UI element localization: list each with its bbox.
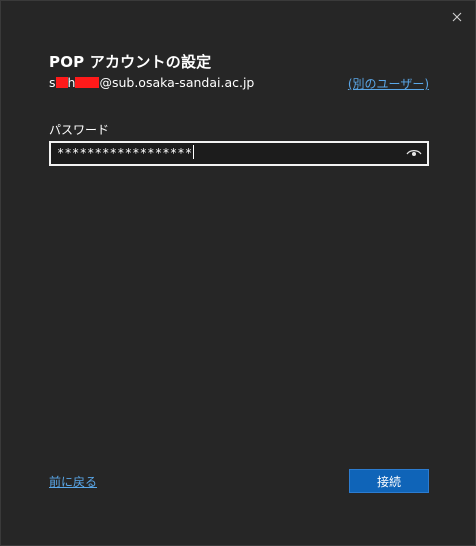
eye-icon <box>406 150 422 156</box>
other-user-link[interactable]: (別のユーザー) <box>348 75 429 92</box>
password-masked-value: ****************** <box>57 145 195 160</box>
email-prefix-2: h <box>67 75 76 90</box>
back-link[interactable]: 前に戻る <box>49 473 97 490</box>
close-icon <box>452 12 462 22</box>
password-input[interactable]: ****************** <box>49 141 429 166</box>
reveal-password-button[interactable] <box>405 146 423 160</box>
email-domain: @sub.osaka-sandai.ac.jp <box>99 75 255 90</box>
pop-account-dialog: POP アカウントの設定 s h @sub.osaka-sandai.ac.jp (… <box>0 0 476 546</box>
text-caret <box>193 145 195 159</box>
account-row: s h @sub.osaka-sandai.ac.jp (別のユーザー) <box>49 75 429 93</box>
redaction-block <box>55 77 68 88</box>
email-address: s h @sub.osaka-sandai.ac.jp <box>49 75 254 90</box>
password-label: パスワード <box>49 123 110 137</box>
close-button[interactable] <box>447 7 467 27</box>
redaction-block <box>75 77 100 88</box>
page-title: POP アカウントの設定 <box>49 53 212 71</box>
connect-button[interactable]: 接続 <box>349 469 429 493</box>
